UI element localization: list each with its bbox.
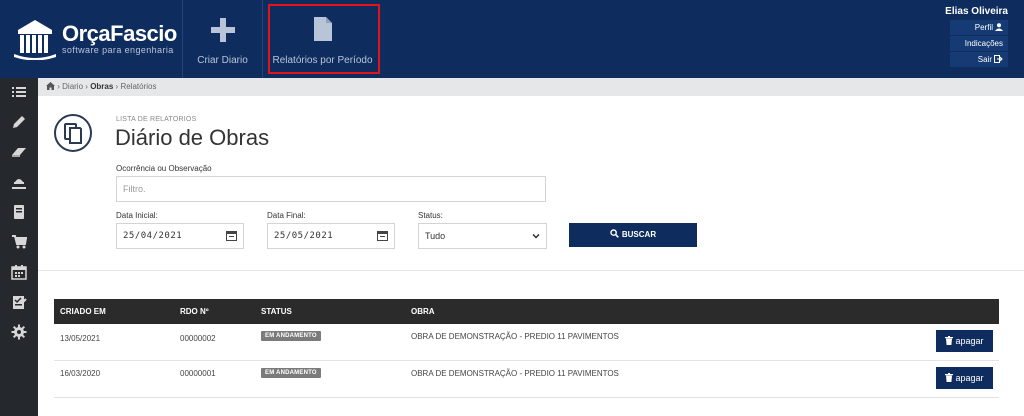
obs-label: Ocorrência ou Observação: [116, 164, 212, 173]
delete-button[interactable]: apagar: [936, 330, 993, 352]
status-badge: EM ANDAMENTO: [261, 331, 321, 341]
delete-button-label: apagar: [955, 336, 984, 346]
column-header-criado: CRIADO EM: [60, 307, 106, 316]
cell-rdo: 00000002: [180, 334, 216, 343]
perfil-label: Perfil: [974, 23, 993, 32]
eraser-icon[interactable]: [11, 144, 27, 160]
work-site-icon[interactable]: [11, 174, 27, 190]
column-header-rdo: RDO Nº: [180, 307, 209, 316]
calendar-icon[interactable]: [377, 230, 388, 241]
end-date-value: 25/05/2021: [274, 231, 334, 241]
table-header: CRIADO EM RDO Nº STATUS OBRA: [54, 299, 999, 324]
table-row[interactable]: 16/03/2020 00000001 EM ANDAMENTO OBRA DE…: [54, 361, 999, 398]
cell-created: 13/05/2021: [60, 334, 101, 343]
logo-icon: [14, 20, 56, 60]
home-icon[interactable]: [46, 82, 55, 90]
criar-diario-label: Criar Diario: [197, 55, 248, 66]
start-date-value: 25/04/2021: [123, 231, 183, 241]
plus-icon: [210, 18, 235, 42]
checklist-icon[interactable]: [11, 294, 27, 310]
obs-input[interactable]: Filtro.: [116, 176, 546, 202]
calendar-icon[interactable]: [11, 264, 27, 280]
cart-icon[interactable]: [11, 234, 27, 250]
breadcrumb: › Diario › Obras › Relatórios: [38, 78, 1024, 96]
page-eyebrow: LISTA DE RELATORIOS: [116, 116, 197, 123]
logout-icon: [994, 55, 1003, 63]
status-badge: EM ANDAMENTO: [261, 368, 321, 378]
pencil-icon[interactable]: [11, 114, 27, 130]
user-panel: Elias Oliveira Perfil Indicações Sair: [945, 6, 1008, 67]
status-select[interactable]: Tudo: [418, 223, 547, 249]
logo-tagline: software para engenharia: [62, 45, 174, 55]
table-row[interactable]: 13/05/2021 00000002 EM ANDAMENTO OBRA DE…: [54, 324, 999, 361]
end-date-label: Data Final:: [267, 211, 306, 220]
calendar-icon[interactable]: [226, 230, 237, 241]
user-name: Elias Oliveira: [945, 6, 1008, 17]
sidebar: [0, 78, 38, 416]
criar-diario-button[interactable]: Criar Diario: [182, 0, 262, 78]
delete-button[interactable]: apagar: [936, 367, 993, 389]
list-icon[interactable]: [11, 84, 27, 100]
gear-icon[interactable]: [11, 324, 27, 340]
top-bar: OrçaFascio software para engenharia Cria…: [0, 0, 1024, 78]
user-icon: [995, 23, 1003, 31]
perfil-button[interactable]: Perfil: [950, 20, 1008, 35]
page-title: Diário de Obras: [115, 125, 270, 150]
breadcrumb-separator: ›: [115, 82, 119, 91]
breadcrumb-diario[interactable]: Diario: [62, 82, 83, 91]
indicacoes-button[interactable]: Indicações: [950, 36, 1008, 51]
status-label: Status:: [418, 211, 443, 220]
trash-icon: [945, 373, 954, 382]
start-date-input[interactable]: 25/04/2021: [116, 223, 244, 249]
indicacoes-label: Indicações: [964, 39, 1003, 48]
search-icon: [610, 229, 619, 238]
column-header-status: STATUS: [261, 307, 292, 316]
delete-button-label: apagar: [955, 373, 984, 383]
column-header-obra: OBRA: [411, 307, 435, 316]
cell-created: 16/03/2020: [60, 369, 101, 378]
obs-placeholder: Filtro.: [123, 184, 146, 194]
breadcrumb-relatorios: Relatórios: [120, 82, 157, 91]
chevron-down-icon: [532, 233, 540, 239]
logo-name: OrçaFascio: [62, 21, 177, 46]
search-button-label: BUSCAR: [621, 230, 657, 239]
logo[interactable]: OrçaFascio software para engenharia: [12, 14, 182, 64]
cell-obra: OBRA DE DEMONSTRAÇÃO - PREDIO 11 PAVIMEN…: [411, 369, 619, 378]
highlight-box: [268, 4, 380, 74]
sair-label: Sair: [977, 55, 992, 64]
trash-icon: [945, 336, 954, 345]
book-icon[interactable]: [11, 204, 27, 220]
breadcrumb-obras[interactable]: Obras: [90, 82, 113, 91]
end-date-input[interactable]: 25/05/2021: [267, 223, 395, 249]
report-icon: [54, 114, 92, 152]
breadcrumb-separator: ›: [85, 82, 88, 91]
breadcrumb-separator: ›: [57, 82, 60, 91]
start-date-label: Data Inicial:: [116, 211, 158, 220]
cell-rdo: 00000001: [180, 369, 216, 378]
search-button[interactable]: BUSCAR: [569, 223, 697, 247]
sair-button[interactable]: Sair: [950, 52, 1008, 67]
divider: [38, 270, 1024, 271]
cell-obra: OBRA DE DEMONSTRAÇÃO - PREDIO 11 PAVIMEN…: [411, 332, 619, 341]
status-select-value: Tudo: [425, 231, 446, 241]
